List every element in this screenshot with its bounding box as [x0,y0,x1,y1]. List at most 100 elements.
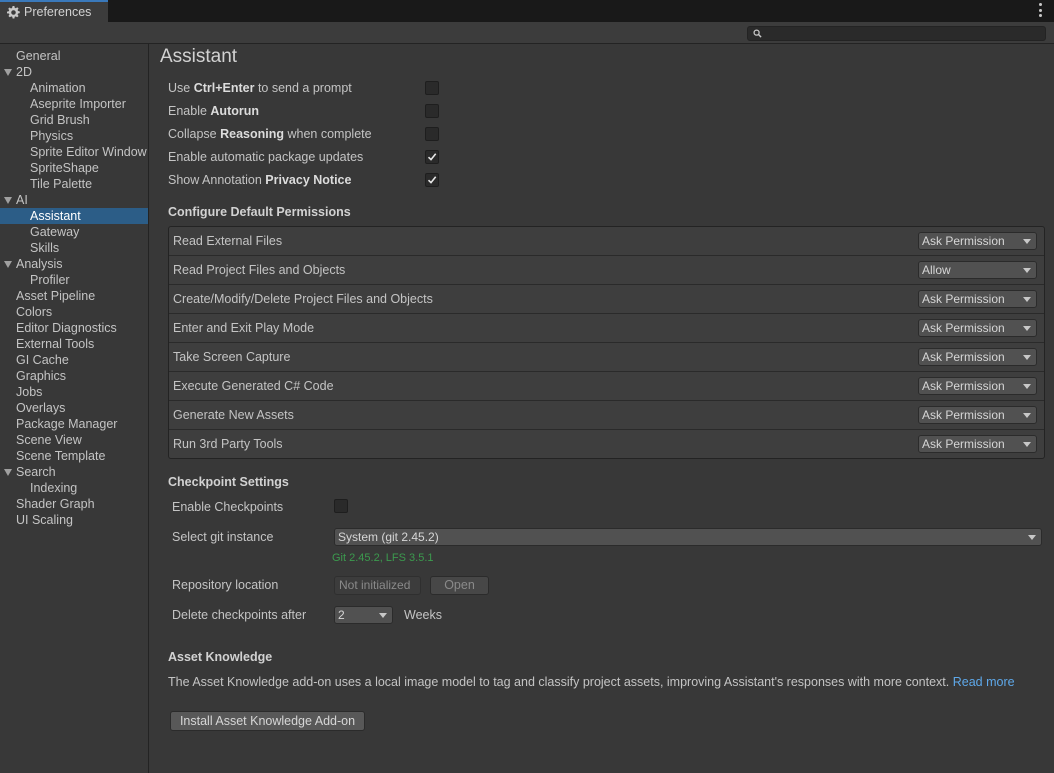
permission-label: Read Project Files and Objects [173,263,346,277]
sidebar-item-aseprite-importer[interactable]: Aseprite Importer [0,96,148,112]
sidebar-item-label: UI Scaling [16,513,73,527]
sidebar-item-scene-view[interactable]: Scene View [0,432,148,448]
sidebar-item-shader-graph[interactable]: Shader Graph [0,496,148,512]
sidebar-item-label: Search [16,465,56,479]
chevron-down-icon [1023,297,1031,302]
title-bar: Preferences [0,0,1054,22]
search-input[interactable] [747,26,1046,41]
sidebar-item-sprite-editor-window[interactable]: Sprite Editor Window [0,144,148,160]
sidebar-item-gi-cache[interactable]: GI Cache [0,352,148,368]
permission-row: Take Screen Capture Ask Permission [169,343,1044,372]
install-asset-knowledge-button[interactable]: Install Asset Knowledge Add-on [170,711,365,731]
permission-dropdown[interactable]: Ask Permission [918,290,1037,308]
permission-label: Read External Files [173,234,283,248]
permission-label: Run 3rd Party Tools [173,437,283,451]
sidebar-item-2d[interactable]: 2D [0,64,148,80]
permission-value: Ask Permission [922,408,1005,422]
permission-row: Enter and Exit Play Mode Ask Permission [169,314,1044,343]
sidebar-item-label: Gateway [30,225,80,239]
toggle-checkbox[interactable] [425,104,439,118]
sidebar-item-indexing[interactable]: Indexing [0,480,148,496]
sidebar-item-animation[interactable]: Animation [0,80,148,96]
sidebar-item-colors[interactable]: Colors [0,304,148,320]
toolbar [0,22,1054,44]
sidebar: General 2D Animation Aseprite Importer Grid … [0,44,149,773]
checkmark-icon [427,176,437,184]
sidebar-item-label: Skills [30,241,60,255]
delete-after-dropdown[interactable]: 2 [334,606,393,624]
permission-value: Ask Permission [922,350,1005,364]
permission-label: Create/Modify/Delete Project Files and O… [173,292,433,306]
toggle-checkbox[interactable] [425,127,439,141]
permission-dropdown[interactable]: Ask Permission [918,435,1037,453]
expand-triangle-icon[interactable] [4,261,12,268]
toggle-row: Enable Autorun [168,101,439,121]
sidebar-item-label: Overlays [16,401,66,415]
sidebar-item-spriteshape[interactable]: SpriteShape [0,160,148,176]
sidebar-item-search[interactable]: Search [0,464,148,480]
sidebar-item-general[interactable]: General [0,48,148,64]
permission-dropdown[interactable]: Ask Permission [918,319,1037,337]
toggle-checkbox[interactable] [425,150,439,164]
sidebar-item-label: External Tools [16,337,95,351]
permission-row: Generate New Assets Ask Permission [169,401,1044,430]
chevron-down-icon [1023,355,1031,360]
sidebar-item-label: Editor Diagnostics [16,321,117,335]
sidebar-item-ai[interactable]: AI [0,192,148,208]
permission-dropdown[interactable]: Ask Permission [918,232,1037,250]
sidebar-item-skills[interactable]: Skills [0,240,148,256]
toggle-label-prefix: Collapse [168,127,221,141]
read-more-link[interactable]: Read more [953,675,1015,689]
git-instance-dropdown[interactable]: System (git 2.45.2) [334,528,1042,546]
sidebar-item-label: Profiler [30,273,70,287]
sidebar-item-tile-palette[interactable]: Tile Palette [0,176,148,192]
toggle-row: Collapse Reasoning when complete [168,124,439,144]
sidebar-item-scene-template[interactable]: Scene Template [0,448,148,464]
sidebar-item-label: Assistant [30,209,81,223]
tab-title: Preferences [24,5,92,19]
more-options-icon[interactable] [1038,3,1042,17]
sidebar-item-gateway[interactable]: Gateway [0,224,148,240]
permission-label: Execute Generated C# Code [173,379,334,393]
sidebar-item-overlays[interactable]: Overlays [0,400,148,416]
expand-triangle-icon[interactable] [4,197,12,204]
sidebar-item-label: Scene View [16,433,82,447]
expand-triangle-icon[interactable] [4,69,12,76]
toggle-row: Use Ctrl+Enter to send a prompt [168,78,439,98]
chevron-down-icon [1023,268,1031,273]
permission-row: Execute Generated C# Code Ask Permission [169,372,1044,401]
sidebar-item-grid-brush[interactable]: Grid Brush [0,112,148,128]
sidebar-item-physics[interactable]: Physics [0,128,148,144]
sidebar-item-label: Colors [16,305,53,319]
permission-dropdown[interactable]: Ask Permission [918,377,1037,395]
git-version-status: Git 2.45.2, LFS 3.5.1 [332,552,434,564]
chevron-down-icon [1023,442,1031,447]
delete-after-value: 2 [338,608,345,622]
sidebar-item-ui-scaling[interactable]: UI Scaling [0,512,148,528]
permission-dropdown[interactable]: Ask Permission [918,348,1037,366]
toggle-row: Show Annotation Privacy Notice [168,170,439,190]
enable-checkpoints-checkbox[interactable] [334,499,348,513]
sidebar-item-external-tools[interactable]: External Tools [0,336,148,352]
sidebar-item-label: Package Manager [16,417,118,431]
toggle-checkbox[interactable] [425,81,439,95]
tab-preferences[interactable]: Preferences [0,0,108,22]
sidebar-item-profiler[interactable]: Profiler [0,272,148,288]
sidebar-item-asset-pipeline[interactable]: Asset Pipeline [0,288,148,304]
sidebar-item-package-manager[interactable]: Package Manager [0,416,148,432]
sidebar-item-assistant[interactable]: Assistant [0,208,148,224]
sidebar-item-jobs[interactable]: Jobs [0,384,148,400]
sidebar-item-label: Scene Template [16,449,106,463]
sidebar-item-analysis[interactable]: Analysis [0,256,148,272]
chevron-down-icon [1028,535,1036,540]
open-repository-button[interactable]: Open [430,576,489,595]
expand-triangle-icon[interactable] [4,469,12,476]
permission-dropdown[interactable]: Ask Permission [918,406,1037,424]
sidebar-item-label: Jobs [16,385,43,399]
permission-dropdown[interactable]: Allow [918,261,1037,279]
sidebar-item-label: SpriteShape [30,161,99,175]
delete-after-unit: Weeks [404,608,442,622]
toggle-checkbox[interactable] [425,173,439,187]
sidebar-item-graphics[interactable]: Graphics [0,368,148,384]
sidebar-item-editor-diagnostics[interactable]: Editor Diagnostics [0,320,148,336]
